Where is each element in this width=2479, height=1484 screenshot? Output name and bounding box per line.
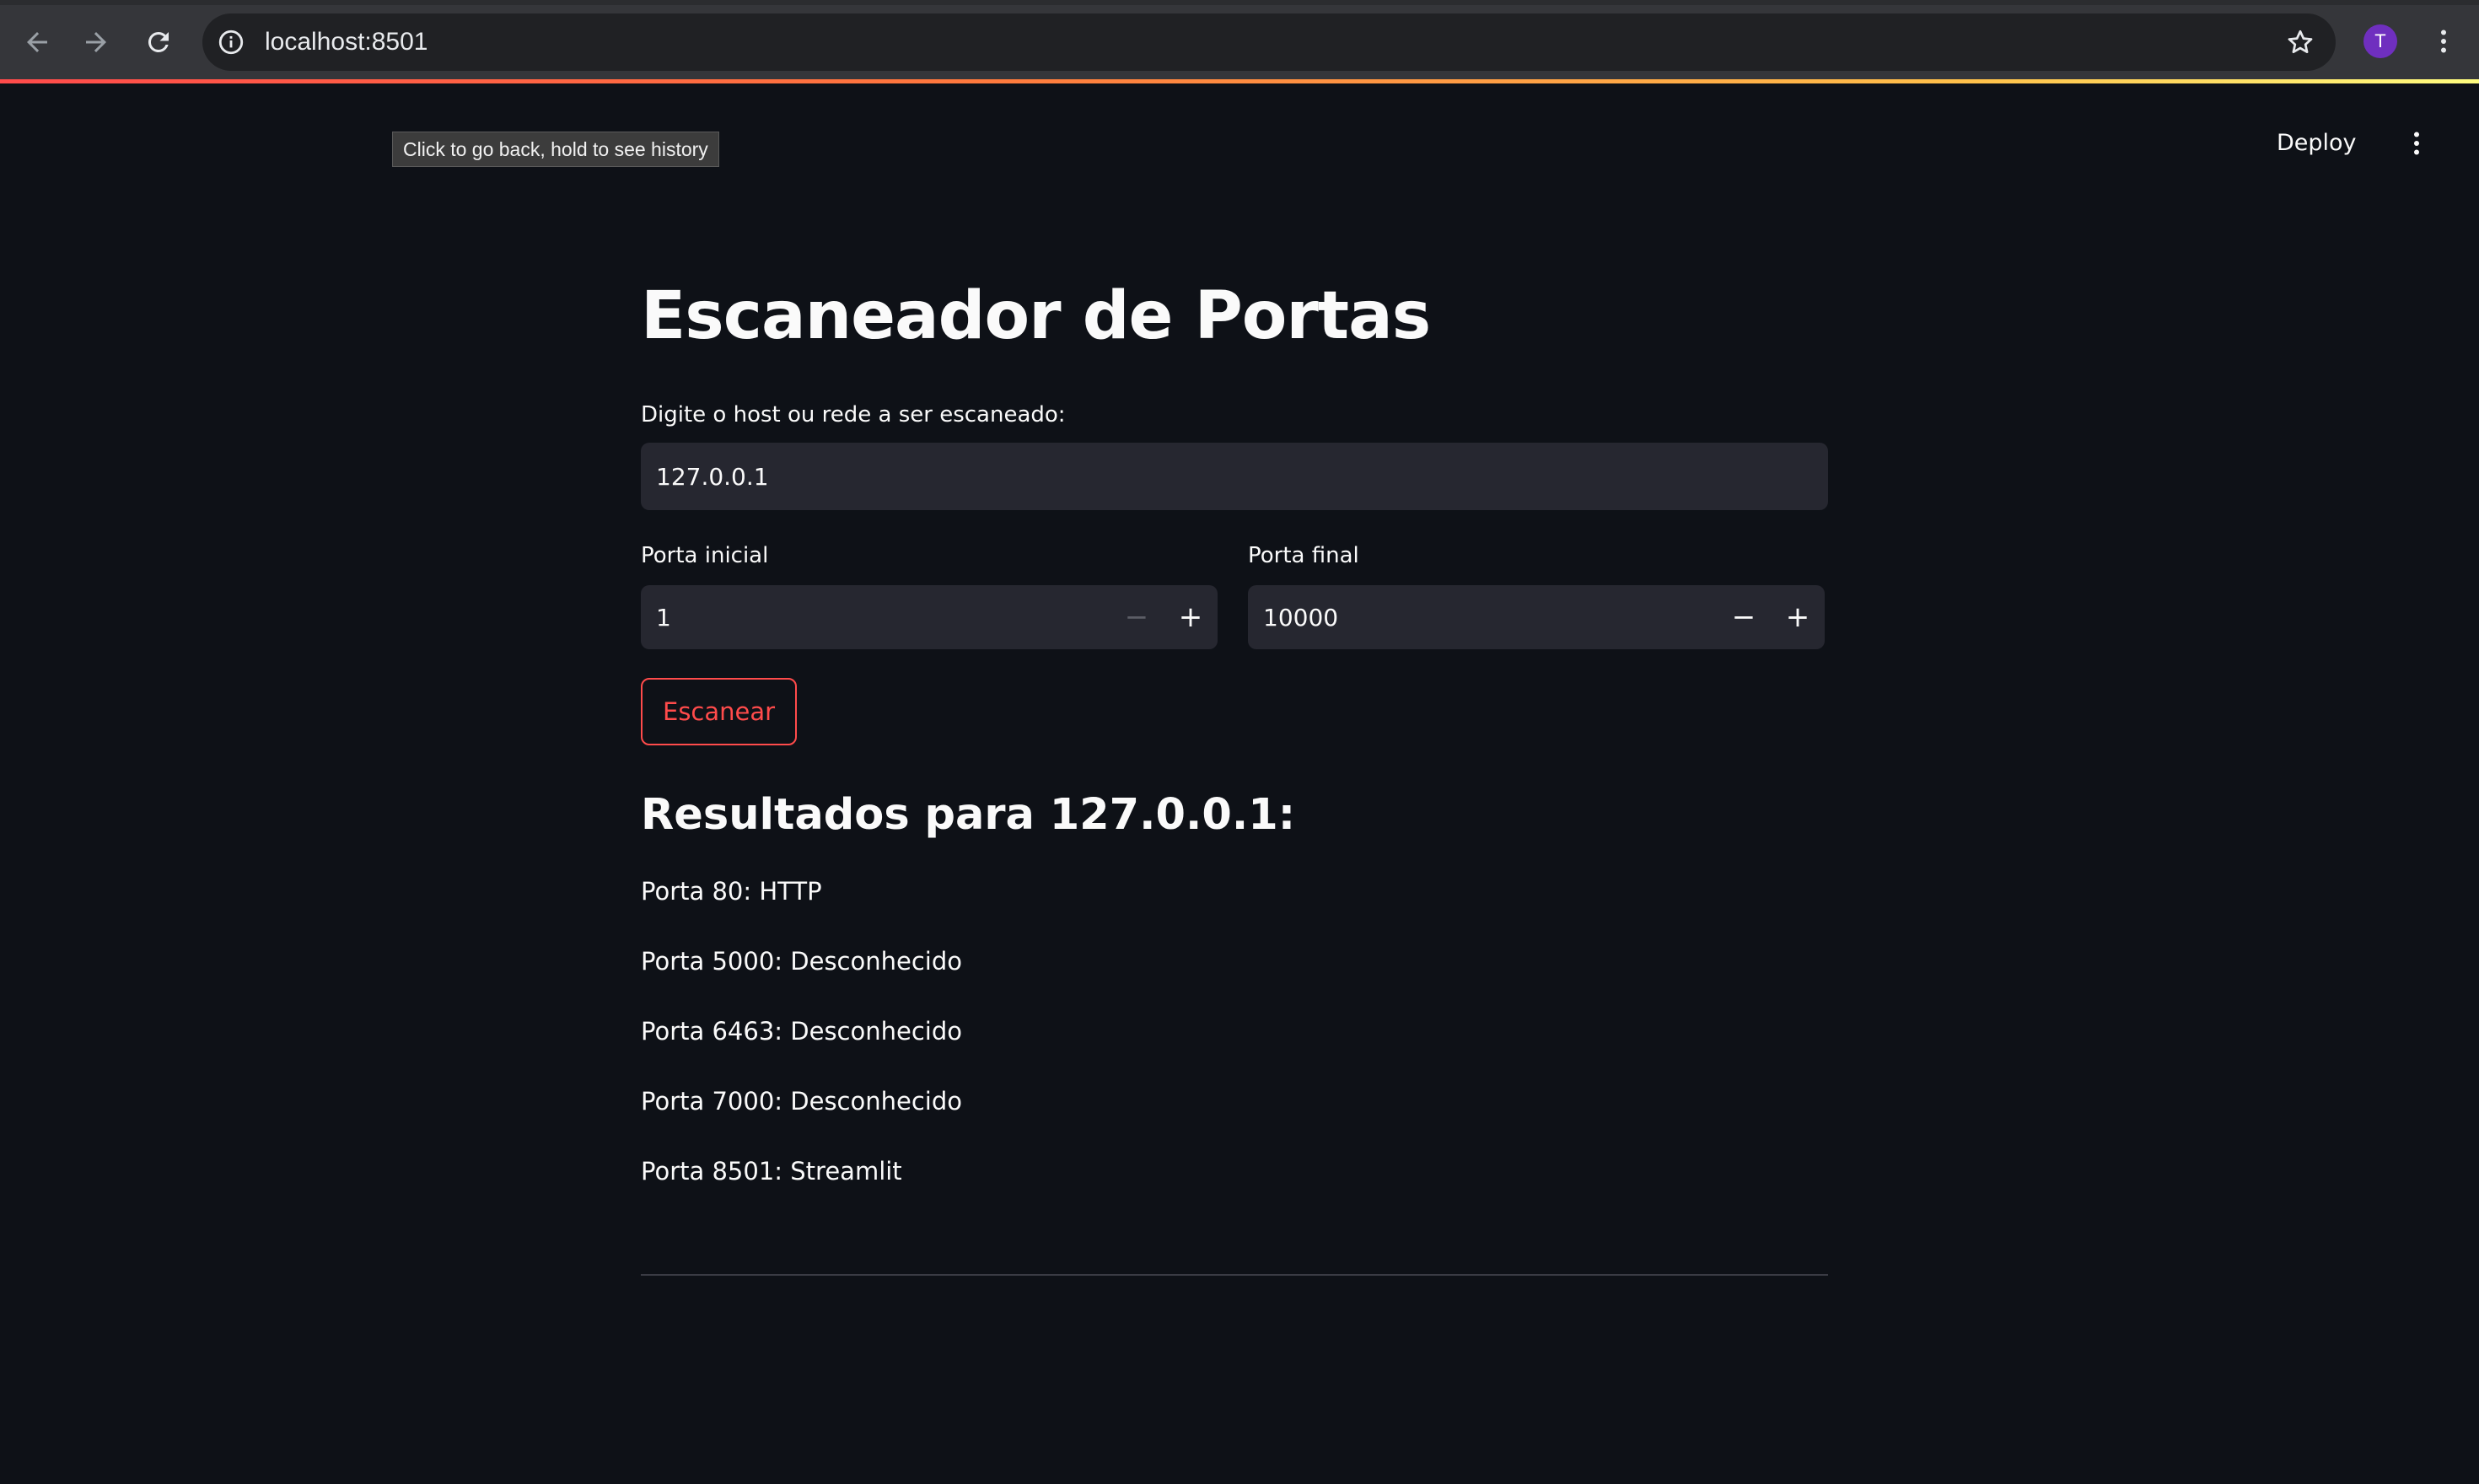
host-input[interactable] <box>641 443 1828 510</box>
host-input-label: Digite o host ou rede a ser escaneado: <box>641 402 1066 427</box>
porta-inicial-increment-button[interactable]: + <box>1164 585 1218 649</box>
tab-strip <box>0 0 2479 5</box>
host-input-container <box>641 443 1828 510</box>
scan-button[interactable]: Escanear <box>641 678 798 745</box>
app-menu-button[interactable] <box>2400 126 2433 160</box>
result-line: Porta 80: HTTP <box>641 877 822 906</box>
vertical-dots-icon <box>2414 132 2419 155</box>
browser-toolbar: localhost:8501 T <box>0 0 2479 81</box>
porta-inicial-input[interactable] <box>641 585 1110 649</box>
arrow-left-icon <box>27 32 47 52</box>
page-title: Escaneador de Portas <box>641 278 1431 354</box>
star-icon <box>2288 30 2313 54</box>
porta-inicial-label: Porta inicial <box>641 543 769 568</box>
results-heading: Resultados para 127.0.0.1: <box>641 790 1296 840</box>
porta-final-input[interactable] <box>1248 585 1717 649</box>
result-line: Porta 7000: Desconhecido <box>641 1087 962 1116</box>
divider <box>641 1274 1828 1276</box>
reload-icon <box>148 31 169 52</box>
address-bar[interactable]: localhost:8501 <box>202 13 2336 71</box>
porta-final-increment-button[interactable]: + <box>1771 585 1825 649</box>
forward-button[interactable] <box>73 19 120 66</box>
arrow-right-icon <box>86 32 106 52</box>
page-status-bar <box>0 79 2479 83</box>
site-info-button[interactable] <box>214 25 248 59</box>
back-button-tooltip: Click to go back, hold to see history <box>392 132 719 167</box>
vertical-dots-icon <box>2441 30 2446 53</box>
result-line: Porta 5000: Desconhecido <box>641 947 962 976</box>
bookmark-button[interactable] <box>2283 25 2317 59</box>
porta-final-label: Porta final <box>1248 543 1359 568</box>
deploy-button[interactable]: Deploy <box>2277 126 2357 160</box>
browser-menu-button[interactable] <box>2427 24 2460 58</box>
porta-final-decrement-button[interactable]: − <box>1717 585 1771 649</box>
info-icon <box>218 30 244 55</box>
back-button[interactable] <box>13 19 61 66</box>
porta-inicial-field: − + <box>641 585 1218 649</box>
reload-button[interactable] <box>135 19 182 66</box>
porta-final-field: − + <box>1248 585 1825 649</box>
result-line: Porta 6463: Desconhecido <box>641 1017 962 1046</box>
url-text[interactable]: localhost:8501 <box>265 27 428 57</box>
porta-inicial-decrement-button[interactable]: − <box>1110 585 1164 649</box>
profile-avatar[interactable]: T <box>2363 24 2397 58</box>
result-line: Porta 8501: Streamlit <box>641 1157 902 1186</box>
